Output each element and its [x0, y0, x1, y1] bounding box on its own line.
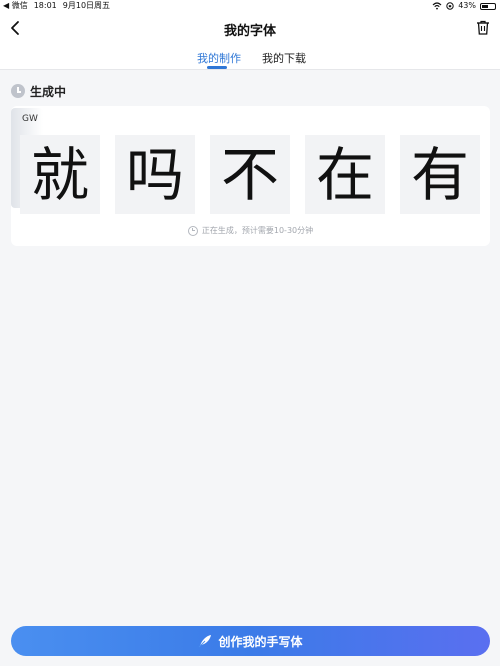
glyph-char: 在 — [315, 140, 374, 209]
feather-icon — [199, 635, 212, 648]
section-header: 生成中 — [11, 83, 66, 99]
generation-status: 正在生成，预计需要10-30分钟 — [11, 225, 490, 236]
status-date: 9月10日周五 — [62, 1, 111, 10]
glyph-preview: 就 — [20, 135, 100, 214]
glyph-char: 吗 — [125, 140, 184, 209]
battery-icon — [480, 2, 496, 10]
clock-icon — [11, 84, 25, 98]
glyph-char: 就 — [30, 140, 89, 209]
glyph-preview: 吗 — [115, 135, 195, 214]
glyph-preview: 有 — [400, 135, 480, 214]
tab-my-downloads[interactable]: 我的下载 — [262, 50, 306, 66]
tab-my-creations[interactable]: 我的制作 — [197, 50, 241, 66]
battery-percent: 43% — [458, 1, 476, 10]
glyph-char: 有 — [410, 140, 469, 209]
page-title: 我的字体 — [223, 24, 276, 39]
section-title: 生成中 — [30, 84, 67, 99]
tab-bar: 我的制作 我的下载 — [0, 44, 500, 70]
font-name-label: GW — [22, 114, 38, 124]
clock-icon — [187, 225, 198, 236]
status-bar: ◀ 微信 18:01 9月10日周五 43% — [0, 0, 500, 12]
orientation-lock-icon — [446, 2, 454, 10]
active-tab-indicator — [207, 66, 227, 69]
status-time: 18:01 — [33, 1, 57, 10]
font-preview-card[interactable]: GW 就 吗 不 在 有 正在生成，预计需要10-30分钟 — [11, 106, 490, 246]
glyph-preview: 不 — [210, 135, 290, 214]
create-handwriting-button[interactable]: 创作我的手写体 — [11, 626, 490, 656]
trash-icon[interactable] — [476, 20, 490, 35]
back-to-app-label[interactable]: ◀ 微信 — [3, 0, 28, 12]
glyph-preview: 在 — [305, 135, 385, 214]
create-button-label: 创作我的手写体 — [218, 634, 303, 649]
wifi-icon — [432, 2, 442, 10]
glyph-char: 不 — [220, 140, 279, 209]
generation-status-text: 正在生成，预计需要10-30分钟 — [201, 226, 314, 235]
nav-bar: 我的字体 — [0, 12, 500, 44]
